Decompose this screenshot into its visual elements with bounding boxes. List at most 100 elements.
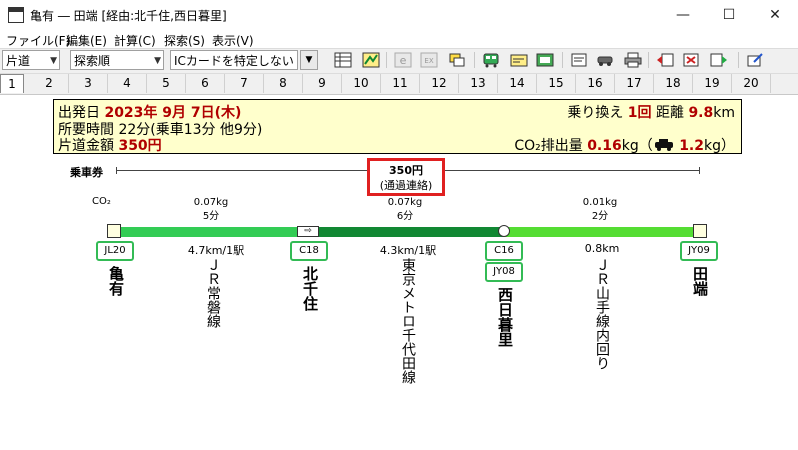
segment-2-distance: 4.3km/1駅 [379,244,437,257]
menu-calc[interactable]: 計算(C) [114,32,156,49]
trip-type-value: 片道 [6,54,31,68]
line-name-chiyoda[interactable]: 東京メトロ千代田線 [398,258,418,384]
co2-label: CO₂排出量 [514,138,583,154]
distance-label: 距離 [655,105,684,121]
route-tabs: 1 2 3 4 5 6 7 8 9 10 11 12 13 14 15 16 1… [0,74,798,95]
segment-1-bar[interactable] [120,227,308,237]
tab-20[interactable]: 20 [732,74,771,93]
e-icon[interactable]: e [394,52,412,68]
ex-icon[interactable]: EX [420,52,438,68]
tab-6[interactable]: 6 [186,74,225,93]
tab-11[interactable]: 11 [381,74,420,93]
ic-card-value: ICカードを特定しない [174,54,294,68]
ic-card-dropdown-button[interactable]: ▼ [300,50,318,70]
segment-1-info: 0.07kg 5分 [186,196,236,224]
trip-type-select[interactable]: 片道 ▼ [2,50,60,70]
station-code-badge: C16 [485,241,523,261]
prev-icon[interactable] [656,52,674,68]
distance-value: 9.8 [688,105,714,121]
ic-card-select[interactable]: ICカードを特定しない [170,50,298,70]
station-marker-tabata[interactable] [693,224,707,238]
segment-2-co2: 0.07kg [387,197,423,208]
train-icon[interactable] [482,52,500,68]
tab-7[interactable]: 7 [225,74,264,93]
menu-edit[interactable]: 編集(E) [66,32,107,49]
ticket-note: (通過連絡) [379,179,433,192]
tab-17[interactable]: 17 [615,74,654,93]
station-name-tabata[interactable]: 田端 [690,266,711,296]
tab-3[interactable]: 3 [69,74,108,93]
car-icon[interactable] [596,52,614,68]
distance-unit: km [713,105,735,121]
tab-5[interactable]: 5 [147,74,186,93]
car-icon [654,139,673,151]
car-co2-unit: kg [704,138,721,154]
chevron-down-icon: ▼ [50,56,57,66]
station-name-kameari[interactable]: 亀有 [106,266,127,296]
segment-2-time: 6分 [396,211,414,222]
search-order-select[interactable]: 探索順 ▼ [70,50,164,70]
time-detail: (乗車13分 他9分) [150,122,263,138]
segment-3-bar[interactable] [504,227,700,237]
tab-2[interactable]: 2 [30,74,69,93]
station-code-badge: JL20 [96,241,134,261]
line-name-yamanote[interactable]: ＪＲ山手線内回り [592,258,612,370]
through-arrow-icon: ⇨ [297,226,319,237]
tab-10[interactable]: 10 [342,74,381,93]
fare-label: 片道金額 [58,138,114,154]
station-code-badge: JY08 [485,262,523,282]
route-icon[interactable] [448,52,466,68]
tab-1[interactable]: 1 [0,74,24,93]
pass-icon[interactable] [510,52,528,68]
tab-19[interactable]: 19 [693,74,732,93]
tab-18[interactable]: 18 [654,74,693,93]
station-marker-kameari[interactable] [107,224,121,238]
svg-text:e: e [400,54,407,67]
segment-1-time: 5分 [202,211,220,222]
app-icon [8,7,24,23]
segment-2-info: 0.07kg 6分 [380,196,430,224]
tab-8[interactable]: 8 [264,74,303,93]
printer-icon[interactable] [624,52,642,68]
station-icon[interactable] [536,52,554,68]
search-order-value: 探索順 [74,54,111,68]
window-title: 亀有 ― 田端 [経由:北千住,西日暮里] [30,9,227,23]
next-icon[interactable] [710,52,728,68]
station-code-badge: JY09 [680,241,718,261]
transfer-icon[interactable] [682,52,700,68]
tab-13[interactable]: 13 [459,74,498,93]
fare-value: 350円 [118,138,162,154]
co2-value: 0.16 [587,138,622,154]
map-icon[interactable] [362,52,380,68]
ticket-fare: 350円 [389,164,423,177]
station-marker-nishinippori[interactable] [498,225,510,237]
station-name-kitasenju[interactable]: 北千住 [300,266,321,311]
segment-3-distance: 0.8km [584,242,620,255]
title-bar: 亀有 ― 田端 [経由:北千住,西日暮里] — ☐ ✕ [0,0,798,31]
close-button[interactable]: ✕ [752,0,798,30]
tab-4[interactable]: 4 [108,74,147,93]
tab-15[interactable]: 15 [537,74,576,93]
tab-9[interactable]: 9 [303,74,342,93]
menu-search[interactable]: 探索(S) [164,32,205,49]
tab-14[interactable]: 14 [498,74,537,93]
transfer-label: 乗り換え [567,105,624,121]
maximize-button[interactable]: ☐ [706,0,752,30]
minimize-button[interactable]: — [660,0,706,30]
memo-icon[interactable] [570,52,588,68]
menu-file[interactable]: ファイル(F) [6,32,70,49]
co2-unit: kg [621,138,639,154]
route-summary: 出発日 2023年 9月 7日(木) 所要時間 22分(乗車13分 他9分) 片… [53,99,742,154]
edit-icon[interactable] [746,52,764,68]
tab-16[interactable]: 16 [576,74,615,93]
svg-text:EX: EX [424,57,433,65]
menu-view[interactable]: 表示(V) [212,32,254,49]
line-name-joban[interactable]: ＪＲ常磐線 [203,258,223,328]
ticket-fare-box[interactable]: 350円 (通過連絡) [367,158,445,196]
segment-2-bar[interactable] [308,227,504,237]
table-icon[interactable] [334,52,352,68]
station-name-nishinippori[interactable]: 西日暮里 [495,287,516,347]
ticket-label: 乗車券 [70,166,103,179]
tab-12[interactable]: 12 [420,74,459,93]
toolbar: 片道 ▼ 探索順 ▼ ICカードを特定しない ▼ e EX [0,48,798,74]
